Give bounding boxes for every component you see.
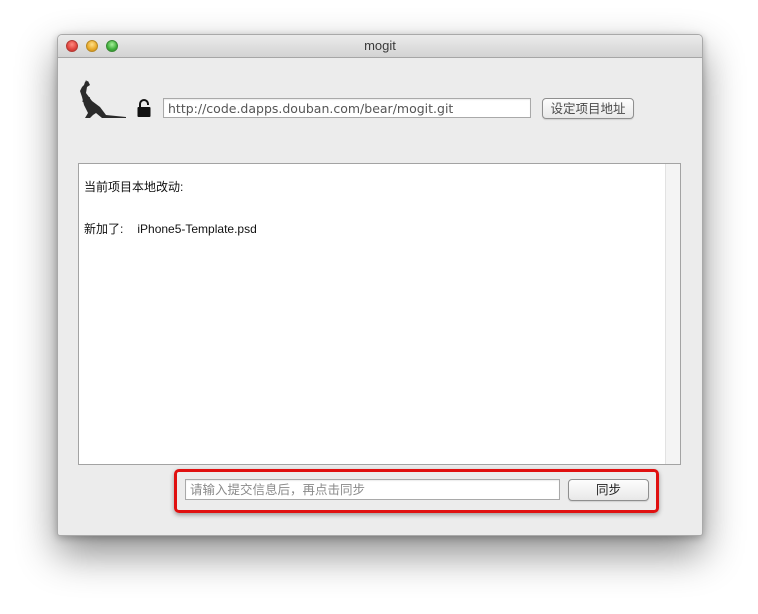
change-file-name: iPhone5-Template.psd xyxy=(137,222,257,236)
change-status: 新加了: xyxy=(84,222,124,236)
change-item: 新加了: iPhone5-Template.psd xyxy=(84,220,257,237)
local-changes-panel[interactable]: 当前项目本地改动: 新加了: iPhone5-Template.psd xyxy=(78,163,681,465)
kangaroo-logo-icon xyxy=(80,80,126,118)
title-bar[interactable]: mogit xyxy=(58,35,702,58)
repo-url-input[interactable] xyxy=(163,98,531,118)
window-title: mogit xyxy=(364,38,396,53)
vertical-scrollbar[interactable] xyxy=(665,164,680,464)
app-window: mogit 设定项目地址 当前项目本地改动: 新加了: iPhone5-Templ… xyxy=(57,34,703,536)
changes-heading: 当前项目本地改动: xyxy=(84,180,184,194)
commit-message-input[interactable] xyxy=(185,479,560,500)
set-project-url-button[interactable]: 设定项目地址 xyxy=(542,98,634,119)
lock-icon[interactable] xyxy=(136,98,152,118)
sync-button[interactable]: 同步 xyxy=(568,479,649,501)
